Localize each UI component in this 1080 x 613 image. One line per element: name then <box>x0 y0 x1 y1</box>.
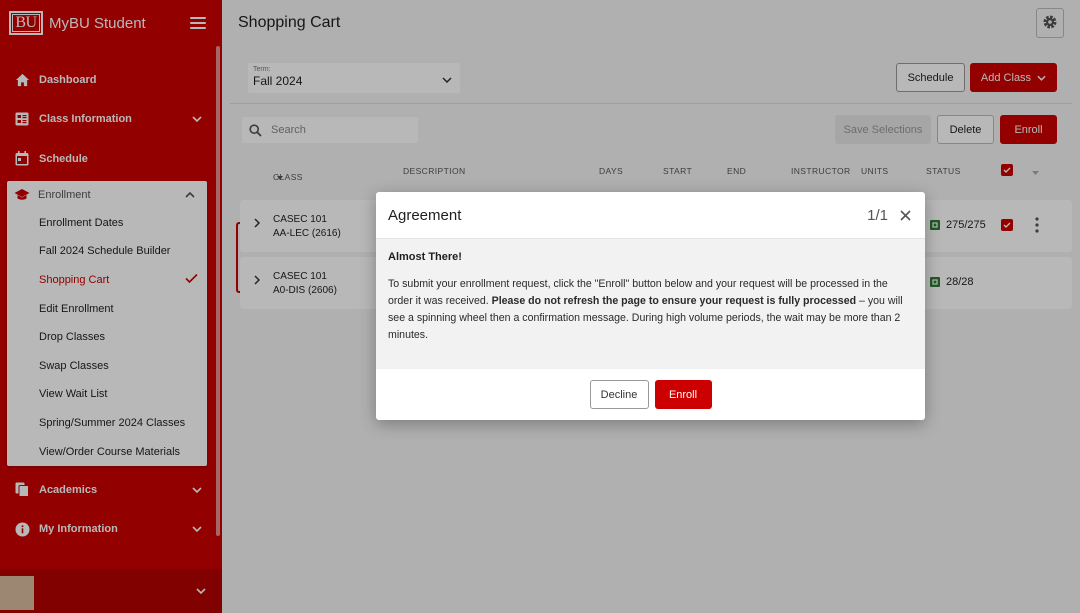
decline-button[interactable]: Decline <box>589 380 649 409</box>
agreement-modal: Agreement 1/1 Almost There! To submit yo… <box>376 192 925 420</box>
modal-header: Agreement 1/1 <box>376 192 925 239</box>
modal-message: To submit your enrollment request, click… <box>388 276 913 344</box>
modal-title: Agreement <box>388 206 462 224</box>
close-icon[interactable] <box>900 209 911 221</box>
modal-body: Almost There! To submit your enrollment … <box>376 239 925 369</box>
modal-heading: Almost There! <box>388 251 462 263</box>
enroll-button[interactable]: Enroll <box>654 380 712 409</box>
modal-pager: 1/1 <box>867 206 888 224</box>
modal-footer: Decline Enroll <box>376 369 925 420</box>
modal-text-warning: Please do not refresh the page to ensure… <box>491 295 857 307</box>
